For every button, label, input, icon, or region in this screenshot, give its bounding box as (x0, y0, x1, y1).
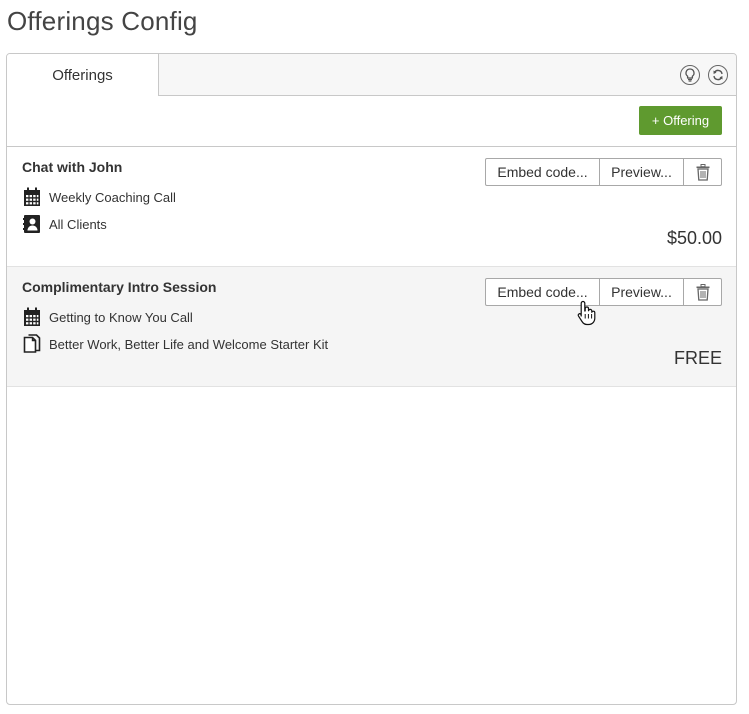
calendar-icon (23, 187, 41, 207)
refresh-icon (713, 69, 723, 81)
preview-button[interactable]: Preview... (600, 278, 684, 306)
offering-detail: Weekly Coaching Call (23, 187, 176, 207)
offerings-toolbar: + Offering (7, 96, 736, 147)
offering-detail-text: Better Work, Better Life and Welcome Sta… (49, 336, 329, 352)
offerings-panel: Offerings + Offering Chat with John Week… (6, 53, 737, 705)
tab-offerings[interactable]: Offerings (7, 54, 159, 96)
page-title: Offerings Config (7, 6, 198, 36)
offering-price: FREE (673, 348, 722, 368)
preview-button[interactable]: Preview... (600, 158, 684, 186)
calendar-icon (23, 307, 41, 327)
offering-actions: Embed code... Preview... (485, 158, 722, 186)
offering-detail: All Clients (23, 214, 107, 234)
offering-row: Complimentary Intro Session Getting to K… (7, 267, 736, 387)
trash-icon (696, 163, 709, 181)
delete-button[interactable] (684, 158, 722, 186)
contact-card-icon (23, 214, 41, 234)
offering-title: Chat with John (22, 159, 123, 175)
lightbulb-icon (685, 68, 695, 82)
offering-price: $50.00 (666, 228, 722, 248)
tab-bar-actions (680, 65, 728, 85)
offering-detail: Getting to Know You Call (23, 307, 193, 327)
documents-icon (23, 334, 41, 354)
delete-button[interactable] (684, 278, 722, 306)
offering-title: Complimentary Intro Session (22, 279, 217, 295)
offering-detail-text: Getting to Know You Call (49, 309, 193, 325)
tab-bar: Offerings (7, 54, 736, 96)
embed-code-button[interactable]: Embed code... (485, 158, 600, 186)
offering-row: Chat with John Weekly Coaching Call All … (7, 147, 736, 267)
offering-actions: Embed code... Preview... (485, 278, 722, 306)
lightbulb-button[interactable] (680, 65, 700, 85)
add-offering-button[interactable]: + Offering (639, 106, 722, 135)
refresh-button[interactable] (708, 65, 728, 85)
offering-detail: Better Work, Better Life and Welcome Sta… (23, 334, 328, 354)
offering-detail-text: All Clients (49, 216, 107, 232)
hand-cursor-icon (577, 300, 596, 326)
offering-detail-text: Weekly Coaching Call (49, 189, 176, 205)
trash-icon (696, 283, 709, 301)
